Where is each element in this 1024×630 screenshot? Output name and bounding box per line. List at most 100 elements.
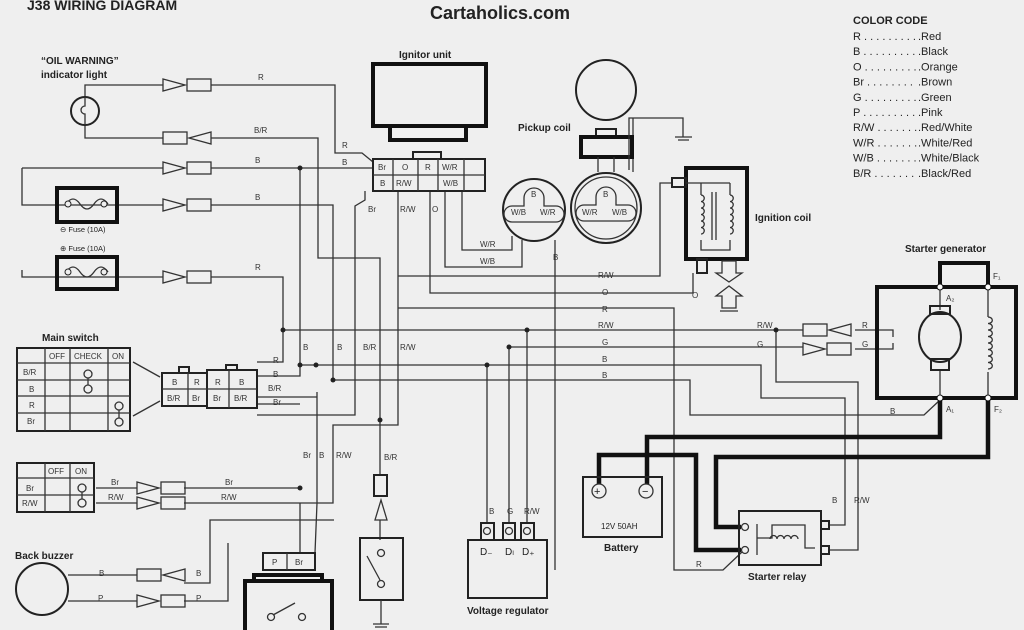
wire-label: G	[602, 338, 608, 347]
connector-male-icon	[802, 342, 828, 356]
oil-warning-label: “OIL WARNING”	[41, 56, 119, 67]
color-code-entry: P . . . . . . . . .	[853, 107, 915, 119]
wire-label: R/W	[524, 507, 540, 516]
row-label: Br	[26, 484, 34, 493]
fuse-positive-label: ⊕ Fuse (10A)	[60, 244, 106, 253]
color-code-entry: W/R . . . . . . .	[853, 137, 917, 149]
pin-label: B	[172, 378, 177, 387]
terminal-f2: F₂	[994, 405, 1002, 414]
battery: + − 12V 50AH	[582, 476, 663, 538]
color-code-name: .White/Red	[918, 137, 972, 149]
battery-cable	[644, 400, 943, 484]
wiring-diagram: J38 WIRING DIAGRAM Cartaholics.com “OIL …	[0, 0, 1024, 630]
wire-label: B/R	[254, 126, 268, 135]
ignitor-unit	[371, 62, 488, 142]
wire-label: P	[196, 594, 201, 603]
diagram-title: J38 WIRING DIAGRAM	[27, 0, 177, 13]
connector-female-icon	[186, 161, 212, 175]
pin-label: Br	[295, 558, 303, 567]
column-header: OFF	[49, 352, 65, 361]
pin-label: B	[531, 190, 536, 199]
field-coil-icon	[987, 316, 993, 370]
bullet-connector	[136, 481, 186, 495]
battery-cables	[596, 400, 991, 553]
wire-label: R	[602, 305, 608, 314]
bullet-connector	[136, 594, 186, 608]
pickup-plug-right: B W/R W/B	[570, 172, 642, 244]
wire-label: Br	[273, 398, 281, 407]
bullet-connector	[162, 78, 212, 92]
watermark: Cartaholics.com	[430, 3, 570, 23]
wire	[257, 191, 366, 416]
connector-male-icon	[162, 78, 188, 92]
wire-label: W/B	[480, 257, 495, 266]
column-header: CHECK	[74, 352, 103, 361]
main-switch-connector: B R B/R Br R B Br B/R	[161, 364, 258, 409]
junction-dot	[297, 485, 303, 491]
light-switch-table: OFF ON Br R/W	[16, 462, 95, 513]
color-code-entry: B/R . . . . . . .	[853, 168, 914, 180]
back-buzzer-label: Back buzzer	[15, 551, 73, 562]
connector-female-icon	[186, 78, 212, 92]
wire-label: Br	[368, 205, 376, 214]
wire-label: G	[862, 340, 868, 349]
color-code-entry: Br . . . . . . . .	[853, 77, 913, 89]
wire-label: Br	[225, 478, 233, 487]
color-code-name: .Green	[918, 92, 952, 104]
wire	[211, 276, 284, 363]
connector-female-icon	[160, 496, 186, 510]
pin-label: R	[194, 378, 200, 387]
bullet-connector	[802, 342, 852, 356]
connector-male-icon	[162, 198, 188, 212]
fuse-positive	[55, 255, 119, 291]
terminal-f1: F₁	[993, 272, 1001, 281]
junction-dot	[297, 362, 303, 368]
starter-relay	[738, 510, 830, 566]
row-label: B/R	[23, 368, 37, 377]
ignitor-unit-label: Ignitor unit	[399, 50, 452, 61]
wire-label: W/R	[480, 240, 496, 249]
neutral-switch	[359, 474, 404, 628]
junction-dot	[506, 344, 512, 350]
pickup-coil-label: Pickup coil	[518, 123, 571, 134]
row-label: R	[29, 401, 35, 410]
wire	[257, 168, 301, 377]
wire-label: B	[553, 253, 558, 262]
pin-label: B	[603, 190, 608, 199]
diagram-canvas: J38 WIRING DIAGRAM Cartaholics.com “OIL …	[15, 0, 1018, 630]
wire-label: B	[319, 451, 324, 460]
battery-cable	[596, 452, 741, 553]
color-code-entry: O . . . . . . . . .	[853, 61, 917, 73]
color-code-title: COLOR CODE	[853, 15, 928, 27]
bullet-connector	[162, 198, 212, 212]
oil-warning-sublabel: indicator light	[41, 70, 108, 81]
ignitor-pin: R/W	[396, 179, 412, 188]
pin-label: B/R	[234, 394, 248, 403]
ignitor-pin: O	[402, 163, 408, 172]
pin-label: B/R	[167, 394, 181, 403]
connector-female-icon	[136, 568, 162, 582]
spark-plug-icon	[713, 260, 745, 312]
wire-label: B/R	[384, 453, 398, 462]
color-code-entry: R/W . . . . . . .	[853, 122, 917, 134]
pin-label: B	[239, 378, 244, 387]
bullet-connector	[802, 323, 852, 337]
wire-label: Br	[111, 478, 119, 487]
wire-label: O	[692, 291, 698, 300]
wire-label: B	[196, 569, 201, 578]
pin-label: W/R	[540, 208, 556, 217]
wire	[314, 392, 318, 554]
battery-cable	[713, 400, 991, 530]
wire-label: B	[602, 371, 607, 380]
wire-label: G	[507, 507, 513, 516]
pin-label: Br	[213, 394, 221, 403]
terminal-a2: A₂	[946, 294, 954, 303]
motor-armature-icon	[918, 311, 962, 363]
wire-label: R/W	[598, 321, 614, 330]
wire	[84, 125, 163, 139]
pickup-plug-left: B W/B W/R	[502, 178, 566, 242]
wire	[775, 330, 859, 551]
connector-male-icon	[160, 568, 186, 582]
row-label: Br	[27, 417, 35, 426]
ignitor-pin: B	[380, 179, 385, 188]
